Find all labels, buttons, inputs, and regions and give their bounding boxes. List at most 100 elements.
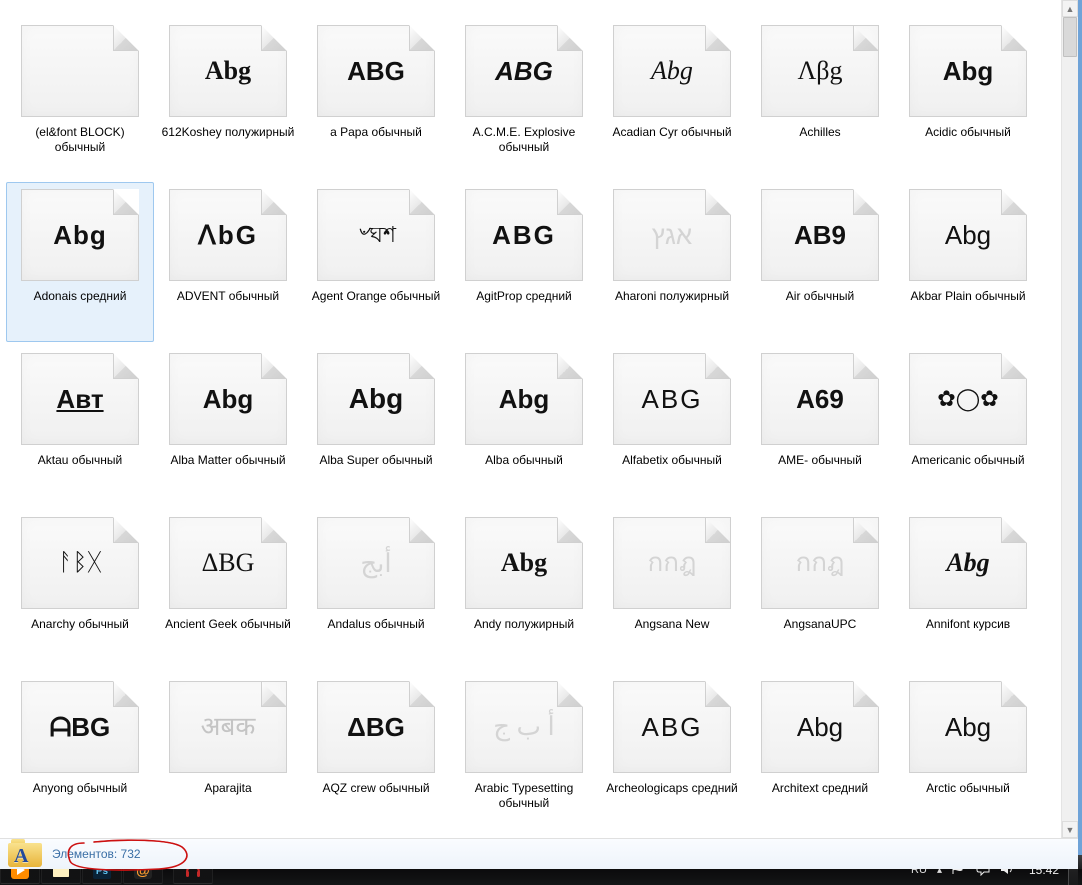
font-item[interactable]: AbgAlba Super обычный bbox=[302, 346, 450, 506]
scroll-down-button[interactable]: ▼ bbox=[1062, 821, 1078, 838]
font-thumbnail: ΔBG bbox=[164, 513, 292, 613]
font-preview-text: ✿◯✿ bbox=[931, 388, 1005, 410]
page-fold-icon bbox=[557, 681, 583, 707]
font-label: AME- обычный bbox=[778, 453, 862, 468]
font-preview-text: ABG bbox=[636, 714, 709, 740]
font-item[interactable]: AbgAcadian Cyr обычный bbox=[598, 18, 746, 178]
page-icon: Abg bbox=[909, 25, 1027, 117]
font-preview-text: Abg bbox=[939, 222, 997, 248]
font-item[interactable]: ΛβgAchilles bbox=[746, 18, 894, 178]
font-thumbnail: ABG bbox=[608, 677, 736, 777]
font-thumbnail: ABG bbox=[460, 185, 588, 285]
page-icon: Abg bbox=[909, 189, 1027, 281]
font-item[interactable]: Abg Acidic обычный bbox=[894, 18, 1042, 178]
font-item[interactable]: अबकAparajita bbox=[154, 674, 302, 834]
font-item[interactable]: ᗩBGAnyong обычный bbox=[6, 674, 154, 834]
font-label: Andalus обычный bbox=[327, 617, 424, 632]
font-item[interactable]: Aвт Aktau обычный bbox=[6, 346, 154, 506]
page-fold-icon bbox=[113, 189, 139, 215]
font-item[interactable]: אגץ Aharoni полужирный bbox=[598, 182, 746, 342]
font-item[interactable]: AbgAlba обычный bbox=[450, 346, 598, 506]
font-preview-text: אגץ bbox=[646, 222, 698, 248]
font-item[interactable]: AbgAndy полужирный bbox=[450, 510, 598, 670]
font-thumbnail: Abg bbox=[164, 349, 292, 449]
font-item[interactable]: Abg Alba Matter обычный bbox=[154, 346, 302, 506]
font-preview-text: ABG bbox=[486, 222, 562, 248]
page-icon: أبج bbox=[317, 517, 435, 609]
page-fold-icon bbox=[261, 681, 287, 707]
font-thumbnail: ABG bbox=[608, 349, 736, 449]
font-item[interactable]: Abg612Koshey полужирный bbox=[154, 18, 302, 178]
font-item[interactable]: ৺ঘশAgent Orange обычный bbox=[302, 182, 450, 342]
font-thumbnail: ᐱbG bbox=[164, 185, 292, 285]
font-label: Aharoni полужирный bbox=[615, 289, 729, 304]
font-thumbnail: Abg bbox=[608, 21, 736, 121]
font-thumbnail: Abg bbox=[164, 21, 292, 121]
page-fold-icon bbox=[853, 517, 879, 543]
font-thumbnail: ᗩBG bbox=[16, 677, 144, 777]
font-item[interactable]: ✿◯✿Americanic обычный bbox=[894, 346, 1042, 506]
font-item[interactable]: กกฎAngsana New bbox=[598, 510, 746, 670]
font-item[interactable]: AbgArctic обычный bbox=[894, 674, 1042, 834]
font-item[interactable]: (el&font BLOCK) обычный bbox=[6, 18, 154, 178]
font-thumbnail: กกฎ bbox=[756, 513, 884, 613]
font-thumbnail: أبج bbox=[312, 513, 440, 613]
font-item[interactable]: กกฎAngsanaUPC bbox=[746, 510, 894, 670]
font-thumbnail: अबक bbox=[164, 677, 292, 777]
font-item[interactable]: ABGa Papa обычный bbox=[302, 18, 450, 178]
page-icon: Abg bbox=[21, 189, 139, 281]
page-fold-icon bbox=[1001, 517, 1027, 543]
scroll-thumb[interactable] bbox=[1063, 17, 1077, 57]
font-item[interactable]: أ ب جArabic Typesetting обычный bbox=[450, 674, 598, 834]
page-fold-icon bbox=[705, 189, 731, 215]
font-item[interactable]: ABGAlfabetix обычный bbox=[598, 346, 746, 506]
font-preview-text: ΔBG bbox=[341, 714, 411, 740]
font-item[interactable]: ΔBGAncient Geek обычный bbox=[154, 510, 302, 670]
page-icon: ABG bbox=[465, 25, 583, 117]
font-item[interactable]: أبج Andalus обычный bbox=[302, 510, 450, 670]
page-icon: ABG bbox=[613, 353, 731, 445]
font-preview-text: ΔBG bbox=[196, 550, 261, 576]
page-fold-icon bbox=[409, 681, 435, 707]
font-item[interactable]: AbgAnnifont курсив bbox=[894, 510, 1042, 670]
font-preview-text: Abg bbox=[791, 714, 849, 740]
page-icon: ✿◯✿ bbox=[909, 353, 1027, 445]
font-label: a Papa обычный bbox=[330, 125, 422, 140]
font-label: Anarchy обычный bbox=[31, 617, 129, 632]
page-fold-icon bbox=[1001, 25, 1027, 51]
font-item[interactable]: ᐱbGADVENT обычный bbox=[154, 182, 302, 342]
font-thumbnail: Abg bbox=[16, 185, 144, 285]
file-pane[interactable]: (el&font BLOCK) обычныйAbg612Koshey полу… bbox=[0, 0, 1061, 838]
font-item[interactable]: AB9Air обычный bbox=[746, 182, 894, 342]
font-preview-text: Λβg bbox=[791, 58, 848, 84]
font-preview-text: ᗩBG bbox=[44, 714, 117, 740]
font-item[interactable]: AbgArchitext средний bbox=[746, 674, 894, 834]
font-item[interactable]: A69AME- обычный bbox=[746, 346, 894, 506]
page-fold-icon bbox=[853, 681, 879, 707]
font-label: Air обычный bbox=[786, 289, 854, 304]
content-area: (el&font BLOCK) обычныйAbg612Koshey полу… bbox=[0, 0, 1078, 838]
scroll-up-button[interactable]: ▲ bbox=[1062, 0, 1078, 17]
page-icon: Abg bbox=[169, 25, 287, 117]
font-thumbnail: Aвт bbox=[16, 349, 144, 449]
explorer-window: (el&font BLOCK) обычныйAbg612Koshey полу… bbox=[0, 0, 1082, 855]
font-item[interactable]: AbgAdonais средний bbox=[6, 182, 154, 342]
font-preview-text: ABG bbox=[489, 58, 559, 84]
font-item[interactable]: ΔBG AQZ crew обычный bbox=[302, 674, 450, 834]
font-item[interactable]: ᚨᛒᚷAnarchy обычный bbox=[6, 510, 154, 670]
font-item[interactable]: ABGAgitProp средний bbox=[450, 182, 598, 342]
font-label: AQZ crew обычный bbox=[322, 781, 429, 796]
font-preview-text: أبج bbox=[354, 550, 397, 576]
font-item[interactable]: ABGA.C.M.E. Explosive обычный bbox=[450, 18, 598, 178]
font-label: Alba Matter обычный bbox=[170, 453, 285, 468]
font-item[interactable]: ABGArcheologicaps средний bbox=[598, 674, 746, 834]
scroll-track[interactable] bbox=[1062, 17, 1078, 821]
font-label: Akbar Plain обычный bbox=[910, 289, 1025, 304]
page-icon: أ ب ج bbox=[465, 681, 583, 773]
font-label: Acidic обычный bbox=[925, 125, 1011, 140]
font-label: Aktau обычный bbox=[38, 453, 122, 468]
vertical-scrollbar[interactable]: ▲ ▼ bbox=[1061, 0, 1078, 838]
font-preview-text: أ ب ج bbox=[487, 714, 560, 740]
font-item[interactable]: Abg Akbar Plain обычный bbox=[894, 182, 1042, 342]
font-thumbnail: ABG bbox=[460, 21, 588, 121]
